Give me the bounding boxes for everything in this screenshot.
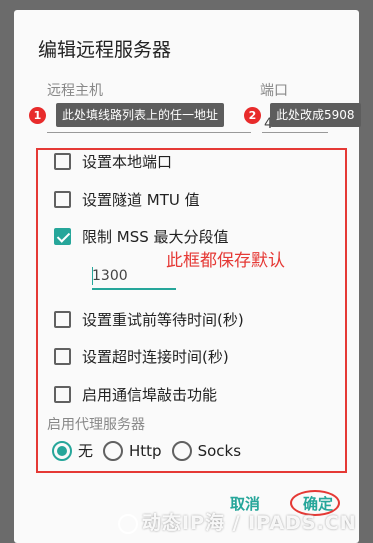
port-label: 端口 (260, 83, 288, 99)
proxy-option-none[interactable]: 无 (52, 440, 93, 461)
radio[interactable] (103, 440, 124, 461)
checkbox-checked[interactable] (54, 228, 71, 245)
mss-value-input[interactable]: 1300 (92, 262, 176, 290)
option-limit-mss[interactable]: 限制 MSS 最大分段值 (54, 226, 229, 247)
radio-selected[interactable] (52, 440, 72, 461)
annotation-note: 此框都保存默认 (166, 251, 285, 271)
option-connect-timeout[interactable]: 设置超时连接时间(秒) (54, 346, 229, 367)
option-tunnel-mtu[interactable]: 设置隧道 MTU 值 (54, 189, 200, 210)
radio-label: 无 (78, 442, 94, 460)
option-retry-wait[interactable]: 设置重试前等待时间(秒) (54, 309, 244, 330)
checkbox[interactable] (54, 386, 71, 403)
checkbox[interactable] (54, 153, 71, 170)
proxy-option-socks[interactable]: Socks (171, 440, 242, 461)
tooltip-2: 此处改成5908 (270, 103, 361, 127)
watermark-text: 动态IP海 / IPADS.CN (142, 512, 357, 534)
proxy-label: 启用代理服务器 (47, 417, 145, 433)
option-label: 设置重试前等待时间(秒) (82, 311, 244, 329)
option-port-knocking[interactable]: 启用通信埠敲击功能 (54, 384, 217, 405)
option-local-port[interactable]: 设置本地端口 (54, 151, 172, 172)
radio[interactable] (171, 440, 192, 461)
checkbox[interactable] (54, 191, 71, 208)
option-label: 限制 MSS 最大分段值 (82, 228, 229, 246)
option-label: 启用通信埠敲击功能 (82, 386, 218, 404)
watermark: 动态IP海 / IPADS.CN (118, 508, 357, 535)
dialog-title: 编辑远程服务器 (38, 39, 172, 61)
tooltip-2-number: 2 (244, 107, 261, 124)
radio-label: Socks (197, 441, 242, 460)
checkbox[interactable] (54, 311, 71, 328)
remote-host-input[interactable] (47, 132, 251, 133)
remote-host-label: 远程主机 (47, 83, 103, 99)
option-label: 设置本地端口 (82, 153, 173, 171)
mss-value: 1300 (92, 268, 128, 284)
option-label: 设置隧道 MTU 值 (82, 191, 200, 209)
tooltip-1-number: 1 (29, 107, 46, 124)
port-input[interactable] (262, 132, 328, 133)
radio-label: Http (129, 441, 162, 460)
tooltip-1: 此处填线路列表上的任一地址 (56, 103, 225, 127)
proxy-option-http[interactable]: Http (103, 440, 162, 461)
watermark-logo-icon (118, 513, 138, 534)
option-label: 设置超时连接时间(秒) (82, 348, 229, 366)
proxy-radio-group: 无 Http Socks (52, 440, 251, 461)
checkbox[interactable] (54, 348, 71, 365)
input-underline (92, 288, 176, 290)
